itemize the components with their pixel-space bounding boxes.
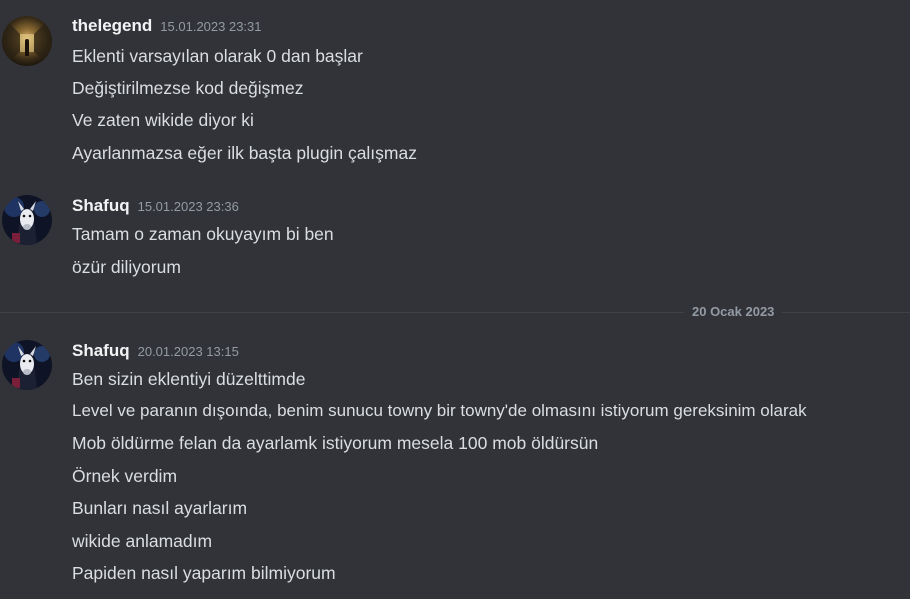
message-header: Shafuq 15.01.2023 23:36 — [72, 196, 239, 218]
message-line: Ayarlanmazsa eğer ilk başta plugin çalış… — [72, 143, 417, 163]
message-header: Shafuq 20.01.2023 13:15 — [72, 341, 239, 363]
message-line: Bunları nasıl ayarlarım — [72, 498, 248, 518]
date-divider-label: 20 Ocak 2023 — [684, 304, 783, 320]
message-line: Level ve paranın dışoında, benim sunucu … — [72, 401, 807, 420]
username[interactable]: Shafuq — [72, 341, 130, 360]
timestamp[interactable]: 15.01.2023 23:31 — [160, 19, 261, 34]
tunnel-photo-icon — [2, 16, 52, 66]
user-avatar[interactable] — [2, 340, 52, 390]
message-line: Papiden nasıl yaparım bilmiyorum — [72, 563, 336, 583]
message-line: Örnek verdim — [72, 466, 178, 486]
message-line: Ve zaten wikide diyor ki — [72, 110, 254, 130]
message-line: Değiştirilmezse kod değişmez — [72, 78, 304, 98]
timestamp[interactable]: 15.01.2023 23:36 — [138, 199, 239, 214]
user-avatar[interactable] — [2, 195, 52, 245]
timestamp[interactable]: 20.01.2023 13:15 — [138, 344, 239, 359]
message-line: Mob öldürme felan da ayarlamk istiyorum … — [72, 433, 599, 453]
hooded-goat-icon — [2, 195, 52, 245]
message-line: Ben sizin eklentiyi düzelttimde — [72, 369, 306, 389]
message-line: wikide anlamadım — [72, 531, 213, 551]
message-header: thelegend 15.01.2023 23:31 — [72, 16, 262, 38]
message-line: Eklenti varsayılan olarak 0 dan başlar — [72, 46, 363, 66]
hooded-goat-icon — [2, 340, 52, 390]
message-line: Tamam o zaman okuyayım bi ben — [72, 224, 334, 244]
username[interactable]: thelegend — [72, 16, 152, 35]
username[interactable]: Shafuq — [72, 196, 130, 215]
message-line: özür diliyorum — [72, 257, 181, 277]
user-avatar[interactable] — [2, 16, 52, 66]
